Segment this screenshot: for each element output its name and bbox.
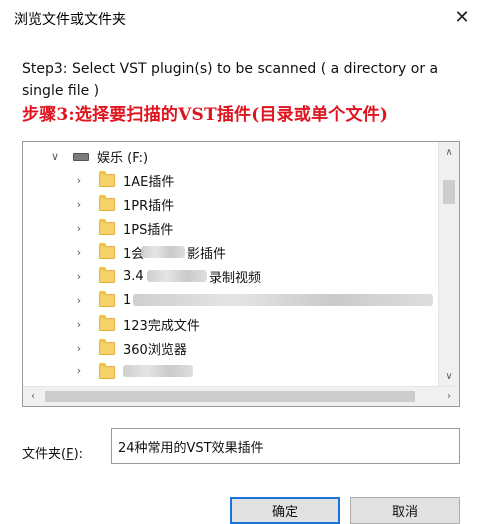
tree-item-folder[interactable]: › 3.4 录制视频 <box>23 264 438 288</box>
chevron-right-icon[interactable]: › <box>73 174 85 187</box>
close-button[interactable]: ✕ <box>448 4 476 30</box>
chevron-right-icon[interactable]: › <box>73 294 85 307</box>
tree-item-label: 1AE插件 <box>123 174 175 190</box>
folder-icon <box>99 339 115 355</box>
ok-button[interactable]: 确定 <box>230 497 340 524</box>
redacted-text <box>123 365 193 377</box>
chevron-right-icon[interactable]: › <box>73 342 85 355</box>
tree-item-label: 1PR插件 <box>123 198 175 214</box>
tree-item-folder[interactable]: › 1PR插件 <box>23 192 438 216</box>
instruction-text: Step3: Select VST plugin(s) to be scanne… <box>22 61 439 99</box>
redacted-text <box>133 294 433 306</box>
vertical-scrollbar[interactable]: ∧ ∨ <box>438 142 459 386</box>
folder-icon <box>99 291 115 307</box>
instruction-text-chinese: 步骤3:选择要扫描的VST插件(目录或单个文件) <box>22 105 389 125</box>
folder-icon <box>99 243 115 259</box>
tree-item-label: 1PS插件 <box>123 222 174 238</box>
chevron-right-icon[interactable]: › <box>73 318 85 331</box>
tree-item-folder[interactable]: › 360浏览器 <box>23 336 438 360</box>
tree-item-drive[interactable]: ∨ 娱乐 (F:) <box>23 144 438 168</box>
tree-item-label: 123完成文件 <box>123 318 200 334</box>
drive-icon <box>73 153 89 161</box>
tree-item-label: 360浏览器 <box>123 342 187 358</box>
folder-icon <box>99 171 115 187</box>
horizontal-scroll-thumb[interactable] <box>45 391 415 402</box>
folder-icon <box>99 219 115 235</box>
tree-item-folder[interactable]: › 1会 影插件 <box>23 240 438 264</box>
tree-item-folder[interactable]: › <box>23 360 438 380</box>
chevron-down-icon[interactable]: ∨ <box>49 150 61 163</box>
scroll-right-arrow-icon[interactable]: › <box>439 387 459 406</box>
folder-icon <box>99 363 115 379</box>
scroll-left-arrow-icon[interactable]: ‹ <box>23 387 43 406</box>
chevron-right-icon[interactable]: › <box>73 198 85 211</box>
close-icon: ✕ <box>454 6 470 28</box>
folder-label-hotkey: F <box>66 447 74 462</box>
vertical-scroll-thumb[interactable] <box>443 180 455 204</box>
folder-icon <box>99 195 115 211</box>
tree-item-label: 1 <box>123 292 132 308</box>
tree-item-folder[interactable]: › 1AE插件 <box>23 168 438 192</box>
tree-item-folder[interactable]: › 123完成文件 <box>23 312 438 336</box>
horizontal-scrollbar[interactable]: ‹ › <box>23 386 459 406</box>
tree-item-folder[interactable]: › 1PS插件 <box>23 216 438 240</box>
title-bar: 浏览文件或文件夹 ✕ <box>0 0 482 36</box>
scroll-up-arrow-icon[interactable]: ∧ <box>439 142 459 162</box>
tree-item-label: 娱乐 (F:) <box>97 150 149 166</box>
tree-item-label: 3.4 <box>123 268 144 284</box>
cancel-button[interactable]: 取消 <box>350 497 460 524</box>
redacted-text <box>147 270 207 282</box>
folder-label-prefix: 文件夹( <box>22 447 67 462</box>
folder-label-suffix: ): <box>73 447 84 462</box>
tree-item-label-tail: 影插件 <box>187 246 227 262</box>
chevron-right-icon[interactable]: › <box>73 246 85 259</box>
folder-tree[interactable]: ∨ 娱乐 (F:) › 1AE插件 › 1PR插件 › 1PS插件 › 1会 影… <box>22 141 460 407</box>
folder-icon <box>99 267 115 283</box>
folder-icon <box>99 315 115 331</box>
chevron-right-icon[interactable]: › <box>73 364 85 377</box>
folder-field-label: 文件夹(F): <box>22 443 83 462</box>
chevron-right-icon[interactable]: › <box>73 222 85 235</box>
folder-input[interactable]: 24种常用的VST效果插件 <box>111 428 460 464</box>
window-title: 浏览文件或文件夹 <box>14 12 126 28</box>
tree-item-label-tail: 录制视频 <box>209 270 262 286</box>
chevron-right-icon[interactable]: › <box>73 270 85 283</box>
tree-item-folder[interactable]: › 1 <box>23 288 438 312</box>
redacted-text <box>141 246 185 258</box>
scroll-down-arrow-icon[interactable]: ∨ <box>439 366 459 386</box>
